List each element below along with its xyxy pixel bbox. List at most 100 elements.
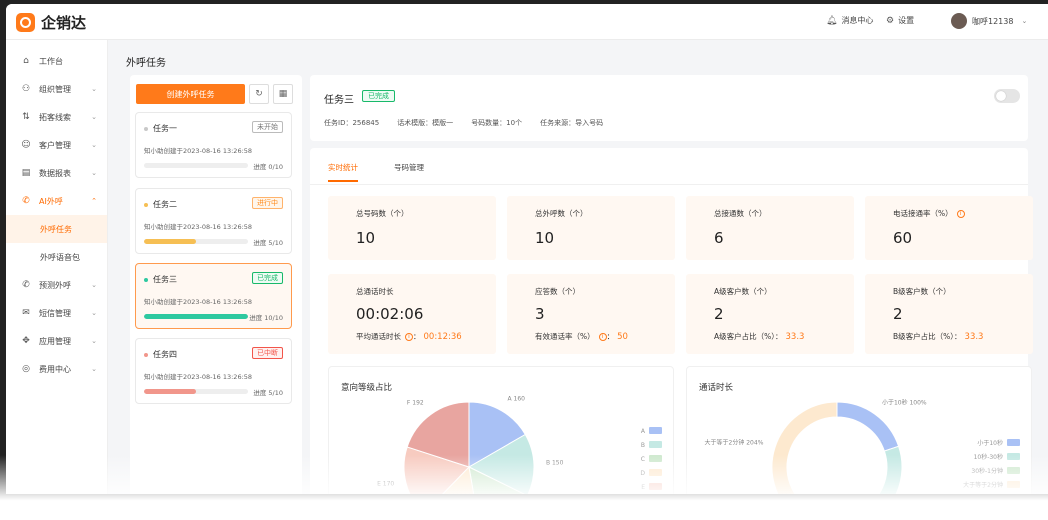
legend-label: B — [641, 442, 645, 449]
legend-swatch — [1007, 467, 1020, 474]
stat-label: 总号码数（个） — [356, 209, 409, 218]
slice-label: 小于10秒 100% — [882, 398, 927, 406]
stat-sub-value: 50 — [617, 331, 628, 342]
settings-link[interactable]: ⚙ 设置 — [886, 15, 914, 26]
page-title: 外呼任务 — [126, 58, 166, 69]
stat-card: 总号码数（个） 10 — [328, 196, 496, 260]
chevron-up-icon: ⌃ — [91, 197, 97, 205]
stat-label: B级客户数（个） — [893, 287, 951, 296]
predict-call-icon: ✆ — [22, 280, 30, 290]
pie-slice — [771, 401, 838, 494]
sidebar-item-label: 费用中心 — [39, 364, 71, 374]
stat-label: 电话接通率（%） — [893, 209, 953, 218]
status-badge: 进行中 — [252, 197, 283, 209]
refresh-button[interactable]: ↻ — [249, 84, 269, 104]
call-duration-donut-chart: 小于10秒 100% 大于等于2分钟 204% 小于10秒 10秒-30秒 30秒-1分… — [705, 398, 1020, 494]
refresh-icon: ↻ — [255, 89, 263, 99]
task-card[interactable]: 任务一 未开始 知小助创建于2023-08-16 13:26:58 进度 0/1… — [135, 112, 292, 178]
notice-center-link[interactable]: 🔔︎ 消息中心 — [826, 15, 873, 26]
sidebar-item-workbench[interactable]: ⌂ 工作台 — [6, 47, 107, 75]
phone-icon: ✆ — [22, 196, 30, 206]
pie-slice — [878, 445, 903, 494]
task-card[interactable]: 任务四 已中断 知小助创建于2023-08-16 13:26:58 进度 5/1… — [135, 338, 292, 404]
tab-realtime-stats[interactable]: 实时统计 — [328, 162, 358, 173]
app-window: 企销达 🔔︎ 消息中心 ⚙ 设置 咖呼12138 ⌄ ⌂ 工作台 ⚇ 组织管理 … — [6, 4, 1048, 494]
stat-value: 3 — [535, 305, 545, 323]
progress-text: 进度 5/10 — [253, 239, 283, 247]
task-toggle[interactable] — [994, 89, 1020, 103]
task-card[interactable]: 任务二 进行中 知小助创建于2023-08-16 13:26:58 进度 5/1… — [135, 188, 292, 254]
progress-bar — [144, 163, 248, 168]
info-icon[interactable]: i — [956, 209, 965, 218]
status-badge: 已完成 — [362, 90, 395, 102]
calendar-icon: ▦ — [278, 89, 288, 99]
task-creator: 知小助创建于2023-08-16 13:26:58 — [144, 373, 253, 381]
logo-text: 企销达 — [41, 14, 87, 32]
legend-label: 小于10秒 — [977, 439, 1003, 447]
user-name: 咖呼12138 — [972, 16, 1014, 26]
chevron-down-icon: ⌄ — [91, 309, 97, 317]
sms-icon: ✉ — [22, 308, 30, 318]
stat-sub-label: 平均通话时长 — [356, 332, 401, 341]
progress-text: 进度 10/10 — [249, 314, 283, 322]
stat-card: 总外呼数（个） 10 — [507, 196, 675, 260]
stat-value: 60 — [893, 229, 913, 247]
task-card-selected[interactable]: 任务三 已完成 知小助创建于2023-08-16 13:26:58 进度 10/… — [135, 263, 292, 329]
stat-value: 10 — [356, 229, 376, 247]
slice-label: 大于等于2分钟 204% — [705, 438, 764, 446]
gear-icon: ⚙ — [886, 15, 895, 26]
sidebar-item-fee[interactable]: ◎ 费用中心 ⌄ — [6, 355, 107, 383]
sidebar-item-predict-call[interactable]: ✆ 预测外呼 ⌄ — [6, 271, 107, 299]
progress-fill — [144, 239, 196, 244]
sidebar-subitem-voice-pack[interactable]: 外呼语音包 — [6, 243, 107, 271]
status-dot — [144, 352, 148, 357]
sidebar-item-label: 客户管理 — [39, 140, 71, 150]
sidebar-item-customer[interactable]: ☺ 客户管理 ⌄ — [6, 131, 107, 159]
stat-card: 总通话时长 00:02:06 平均通话时长 i： 00:12:36 — [328, 274, 496, 354]
pie-slice — [836, 401, 900, 452]
create-task-button[interactable]: 创建外呼任务 — [136, 84, 245, 104]
task-title: 任务三 — [324, 95, 354, 106]
info-icon[interactable]: i — [598, 332, 607, 341]
sidebar-item-leads[interactable]: ⇅ 拓客线索 ⌄ — [6, 103, 107, 131]
status-dot — [144, 202, 148, 207]
chevron-down-icon: ⌄ — [91, 337, 97, 345]
logo[interactable]: 企销达 — [16, 12, 86, 33]
user-menu[interactable]: 咖呼12138 ⌄ — [951, 13, 1027, 29]
task-name: 任务二 — [153, 200, 177, 209]
tab-number-management[interactable]: 号码管理 — [394, 162, 424, 173]
sidebar-item-label: AI外呼 — [39, 196, 63, 206]
sidebar-item-sms[interactable]: ✉ 短信管理 ⌄ — [6, 299, 107, 327]
legend-swatch — [1007, 453, 1020, 460]
bell-icon: 🔔︎ — [826, 15, 838, 26]
progress-bar — [144, 389, 248, 394]
progress-text: 进度 0/10 — [253, 163, 283, 171]
active-tab-indicator — [328, 180, 358, 182]
task-name: 任务四 — [153, 350, 177, 359]
sidebar-item-report[interactable]: ▤ 数据报表 ⌄ — [6, 159, 107, 187]
tab-divider — [310, 184, 1028, 185]
calendar-button[interactable]: ▦ — [273, 84, 293, 104]
stat-card: 应答数（个） 3 有效通话率（%） i： 50 — [507, 274, 675, 354]
settings-label: 设置 — [898, 16, 915, 25]
leads-icon: ⇅ — [22, 112, 30, 122]
legend-swatch — [649, 427, 662, 434]
chevron-down-icon: ⌄ — [91, 281, 97, 289]
legend-label: D — [640, 470, 645, 477]
sidebar-item-ai-call[interactable]: ✆ AI外呼 ⌃ — [6, 187, 107, 215]
sidebar-item-label: 应用管理 — [39, 336, 71, 346]
legend-label: 30秒-1分钟 — [971, 467, 1003, 475]
sidebar-item-apps[interactable]: ✥ 应用管理 ⌄ — [6, 327, 107, 355]
chevron-down-icon: ⌄ — [91, 113, 97, 121]
slice-label: F 192 — [407, 400, 424, 407]
stat-value: 2 — [893, 305, 903, 323]
status-badge: 已中断 — [252, 347, 283, 359]
stat-sub-label: 有效通话率（%） — [535, 332, 595, 341]
legend-swatch — [649, 469, 662, 476]
sidebar-item-label: 预测外呼 — [39, 280, 71, 290]
sidebar-item-org[interactable]: ⚇ 组织管理 ⌄ — [6, 75, 107, 103]
progress-fill — [144, 314, 248, 319]
stat-value: 10 — [535, 229, 555, 247]
sidebar-subitem-call-task[interactable]: 外呼任务 — [6, 215, 107, 243]
info-icon[interactable]: i — [405, 332, 413, 341]
